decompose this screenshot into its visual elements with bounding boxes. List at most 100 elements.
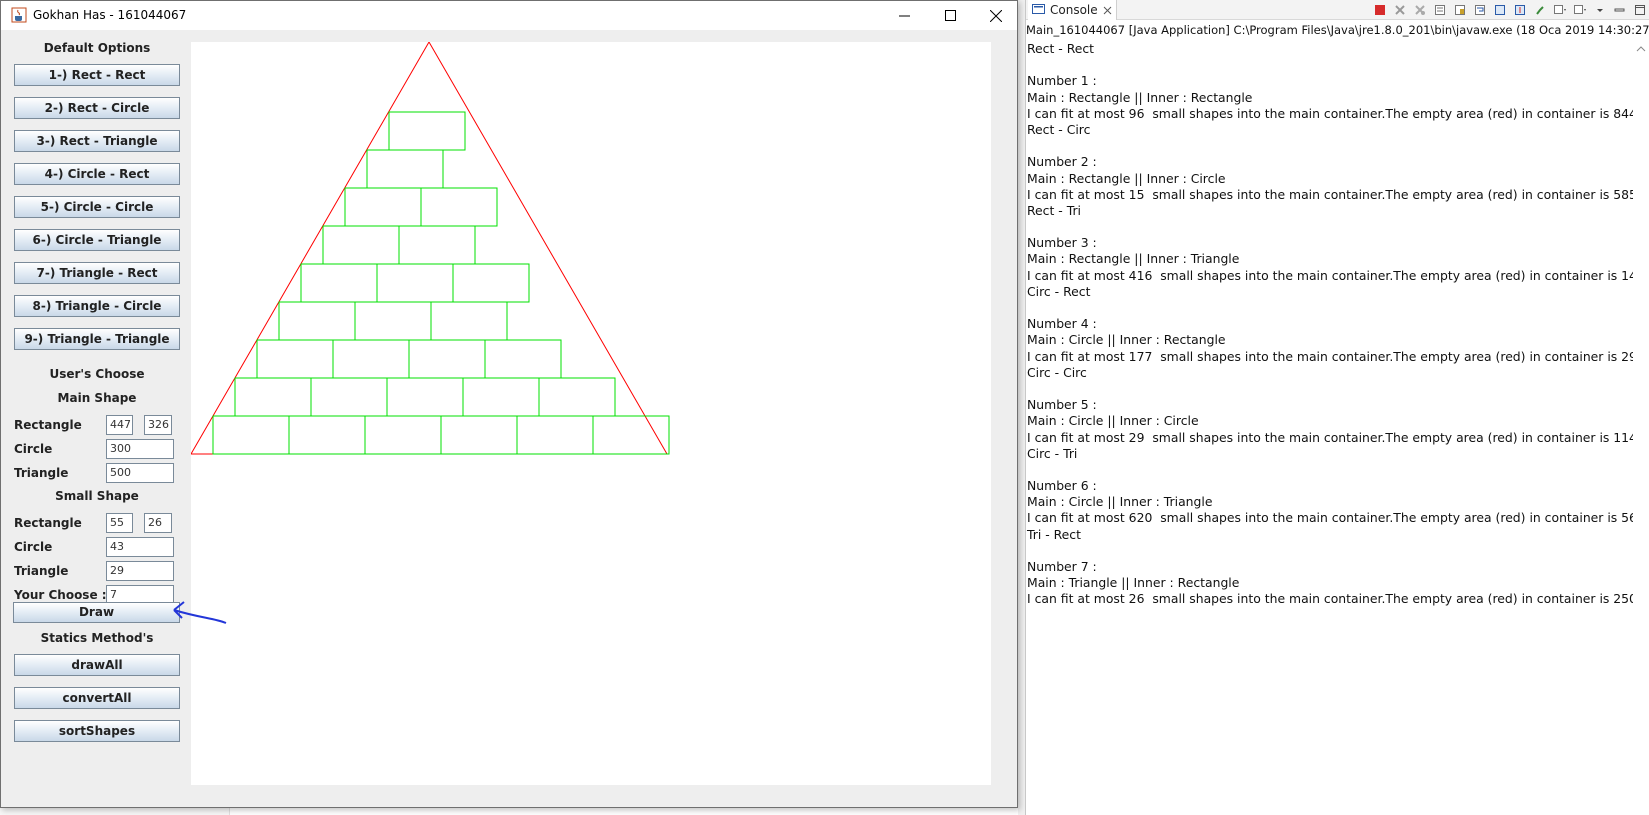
- small-rectangle: [364, 415, 442, 455]
- shapes-drawing: [190, 41, 670, 455]
- remove-icon: [1394, 4, 1405, 15]
- main-triangle-label: Triangle: [14, 466, 69, 480]
- console-line: I can fit at most 15 small shapes into t…: [1027, 186, 1649, 202]
- minimize-view-button[interactable]: [1611, 1, 1628, 18]
- console-line: Tri - Rect: [1027, 526, 1081, 542]
- option-button-8[interactable]: 8-) Triangle - Circle: [14, 295, 180, 317]
- minimize-button[interactable]: [881, 1, 927, 30]
- option-button-5[interactable]: 5-) Circle - Circle: [14, 196, 180, 218]
- pin-icon: [1535, 5, 1544, 15]
- show-on-output-button[interactable]: [1491, 1, 1508, 18]
- main-circle-input[interactable]: 300: [106, 439, 174, 459]
- maximize-icon: [944, 10, 956, 21]
- minimize-icon: [898, 15, 910, 17]
- your-choose-label: Your Choose :: [14, 588, 107, 602]
- window-content: Default Options 1-) Rect - Rect 2-) Rect…: [1, 30, 1017, 807]
- sort-shapes-button[interactable]: sortShapes: [14, 720, 180, 742]
- console-line: Main : Rectangle || Inner : Circle: [1027, 170, 1226, 186]
- view-menu-button[interactable]: [1591, 1, 1608, 18]
- convert-all-button[interactable]: convertAll: [14, 687, 180, 709]
- annotation-arrow-icon: [173, 601, 227, 624]
- small-rectangle: [332, 339, 410, 379]
- small-rectangle: [538, 377, 616, 417]
- remove-all-button[interactable]: [1411, 1, 1428, 18]
- remove-all-icon: [1414, 4, 1425, 15]
- draw-all-button[interactable]: drawAll: [14, 654, 180, 676]
- console-line: Main : Circle || Inner : Triangle: [1027, 494, 1213, 510]
- small-rectangle: [388, 111, 466, 151]
- console-line: Main : Triangle || Inner : Rectangle: [1027, 575, 1240, 591]
- console-line: Circ - Rect: [1027, 283, 1091, 299]
- option-button-2[interactable]: 2-) Rect - Circle: [14, 97, 180, 119]
- console-line: Number 6 :: [1027, 478, 1097, 494]
- console-output[interactable]: Rect - Rect Number 1 : Main : Rectangle ||…: [1027, 40, 1649, 607]
- main-circle-label: Circle: [14, 442, 53, 456]
- console-line: Number 3 :: [1027, 235, 1097, 251]
- console-scrollbar[interactable]: [1633, 40, 1649, 815]
- remove-launch-button[interactable]: [1391, 1, 1408, 18]
- small-rect-height-input[interactable]: 26: [144, 513, 172, 533]
- container-triangle: [190, 41, 668, 455]
- close-icon[interactable]: [1103, 6, 1112, 15]
- small-rectangle: [484, 339, 562, 379]
- small-rectangle: [300, 263, 378, 303]
- small-circle-input[interactable]: 43: [106, 537, 174, 557]
- small-rectangle: [256, 339, 334, 379]
- console-line: Number 1 :: [1027, 73, 1097, 89]
- close-button[interactable]: [973, 1, 1019, 30]
- show-on-error-button[interactable]: [1511, 1, 1528, 18]
- option-button-7[interactable]: 7-) Triangle - Rect: [14, 262, 180, 284]
- console-line: Circ - Tri: [1027, 445, 1078, 461]
- console-line: Main : Rectangle || Inner : Triangle: [1027, 251, 1240, 267]
- console-line: I can fit at most 620 small shapes into …: [1027, 510, 1649, 526]
- main-rect-width-input[interactable]: 447: [106, 415, 133, 435]
- default-options-header: Default Options: [43, 41, 151, 55]
- word-wrap-button[interactable]: [1471, 1, 1488, 18]
- open-console-icon: [1573, 4, 1586, 14]
- option-button-3[interactable]: 3-) Rect - Triangle: [14, 130, 180, 152]
- console-line: Rect - Tri: [1027, 202, 1081, 218]
- console-line: Rect - Circ: [1027, 121, 1091, 137]
- launch-description: Main_161044067 [Java Application] C:\Pro…: [1026, 23, 1649, 37]
- small-rectangle: [420, 187, 498, 227]
- maximize-view-button[interactable]: [1631, 1, 1648, 18]
- console-line: I can fit at most 177 small shapes into …: [1027, 348, 1649, 364]
- terminate-button[interactable]: [1371, 1, 1388, 18]
- draw-button[interactable]: Draw: [13, 602, 180, 623]
- console-line: Number 4 :: [1027, 316, 1097, 332]
- window-titlebar[interactable]: Gokhan Has - 161044067: [1, 1, 1017, 30]
- small-rectangle: [386, 377, 464, 417]
- display-console-button[interactable]: [1551, 1, 1568, 18]
- console-tab-label: Console: [1050, 3, 1098, 17]
- pin-console-button[interactable]: [1531, 1, 1548, 18]
- scroll-lock-button[interactable]: [1451, 1, 1468, 18]
- clear-icon: [1434, 4, 1445, 15]
- small-rect-width-input[interactable]: 55: [106, 513, 133, 533]
- console-icon: [1032, 4, 1045, 14]
- options-panel: Default Options 1-) Rect - Rect 2-) Rect…: [1, 30, 191, 807]
- maximize-button[interactable]: [927, 1, 973, 30]
- small-rectangle: [430, 301, 508, 341]
- drawing-canvas: [190, 41, 991, 785]
- java-cup-icon: [11, 7, 27, 23]
- option-button-9[interactable]: 9-) Triangle - Triangle: [14, 328, 180, 350]
- console-tab[interactable]: Console: [1028, 0, 1117, 20]
- console-line: Number 2 :: [1027, 154, 1097, 170]
- clear-console-button[interactable]: [1431, 1, 1448, 18]
- window-title: Gokhan Has - 161044067: [33, 8, 187, 22]
- option-button-1[interactable]: 1-) Rect - Rect: [14, 64, 180, 86]
- open-console-button[interactable]: [1571, 1, 1588, 18]
- main-rect-height-input[interactable]: 326: [144, 415, 172, 435]
- console-line: Main : Rectangle || Inner : Rectangle: [1027, 89, 1253, 105]
- small-shape-header: Small Shape: [55, 489, 139, 503]
- option-button-6[interactable]: 6-) Circle - Triangle: [14, 229, 180, 251]
- console-line: Number 7 :: [1027, 559, 1097, 574]
- option-button-4[interactable]: 4-) Circle - Rect: [14, 163, 180, 185]
- main-triangle-input[interactable]: 500: [106, 463, 174, 483]
- small-rectangle: [408, 339, 486, 379]
- small-triangle-input[interactable]: 29: [106, 561, 174, 581]
- statics-header: Statics Method's: [40, 631, 154, 645]
- small-rectangle: [278, 301, 356, 341]
- word-wrap-icon: [1474, 4, 1485, 15]
